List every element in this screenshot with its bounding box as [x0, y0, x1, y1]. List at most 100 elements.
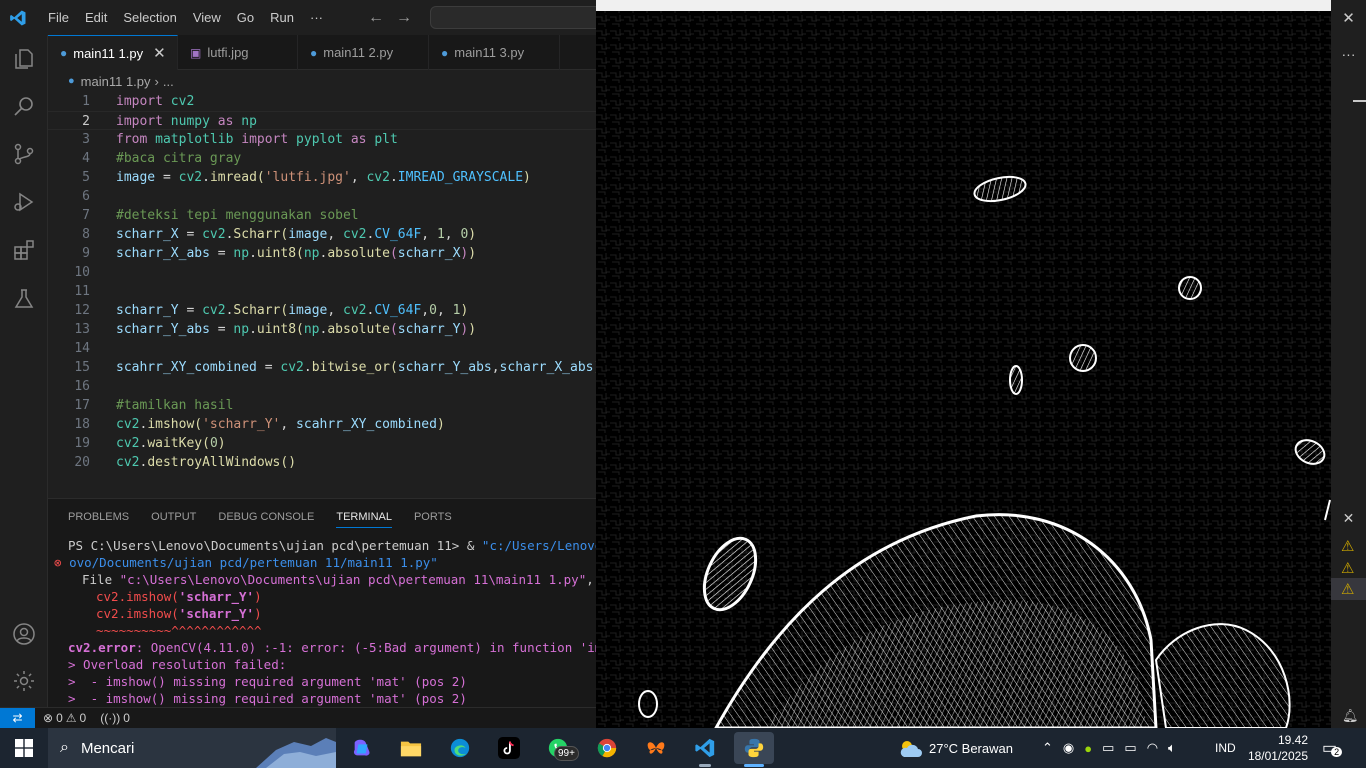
tab-output[interactable]: OUTPUT	[151, 511, 196, 528]
terminal-line: ⊗ ovo/Documents/ujian pcd/pertemuan 11/m…	[54, 554, 438, 571]
warning-icon[interactable]: ⚠	[1341, 559, 1354, 577]
speaker-icon[interactable]: 🔈︎	[1168, 740, 1176, 756]
tab-main11-2[interactable]: ● main11 2.py	[298, 35, 429, 70]
python-file-icon: ●	[60, 46, 68, 60]
tab-debug-console[interactable]: DEBUG CONSOLE	[218, 511, 314, 528]
menu-more[interactable]: ···	[302, 0, 331, 35]
camera-icon[interactable]: ▭	[1102, 740, 1114, 756]
opencv-image-window[interactable]	[596, 0, 1331, 728]
line-number: 14	[74, 341, 90, 356]
menu-file[interactable]: File	[40, 0, 77, 35]
code-text: scharr_X = cv2.Scharr(image, cv2.CV_64F,…	[116, 227, 477, 242]
tab-ports[interactable]: PORTS	[414, 511, 452, 528]
butterfly-app-icon[interactable]	[636, 732, 676, 764]
search-highlight-image	[256, 738, 336, 768]
code-line: 9 scharr_X_abs = np.uint8(np.absolute(sch…	[48, 244, 596, 263]
minimap-slider[interactable]	[1353, 100, 1366, 102]
code-line: 3 from matplotlib import pyplot as plt	[48, 130, 596, 149]
screen: File Edit Selection View Go Run ··· ← →	[0, 0, 1366, 768]
vscode-taskbar-icon[interactable]	[685, 732, 725, 767]
line-number: 13	[74, 322, 90, 337]
whatsapp-icon[interactable]: 99+	[538, 732, 579, 764]
status-app-icon[interactable]: ●	[1084, 741, 1092, 756]
terminal-text: File	[82, 572, 120, 587]
menu-edit[interactable]: Edit	[77, 0, 115, 35]
line-number: 15	[74, 360, 90, 375]
breadcrumb-file[interactable]: main11 1.py	[81, 74, 151, 89]
vscode-logo-icon	[0, 0, 35, 35]
bell-icon[interactable]: 🔔︎	[1342, 708, 1359, 724]
language-indicator[interactable]: IND	[1215, 728, 1236, 768]
explorer-icon[interactable]	[12, 47, 36, 71]
breadcrumb: ● main11 1.py › ...	[48, 70, 596, 92]
remote-icon[interactable]: ⇄	[0, 707, 35, 729]
warning-icon: ⚠	[1341, 581, 1355, 598]
wifi-icon[interactable]: ◠	[1147, 740, 1158, 756]
notification-center-icon[interactable]: ▭ 2	[1322, 728, 1348, 768]
tab-terminal[interactable]: TERMINAL	[336, 511, 392, 528]
menu-go[interactable]: Go	[229, 0, 262, 35]
menu-view[interactable]: View	[185, 0, 229, 35]
taskbar-search[interactable]: ⌕ Mencari	[48, 728, 336, 768]
copilot-icon[interactable]	[342, 732, 382, 764]
search-icon[interactable]	[12, 94, 36, 118]
system-tray: ⌃ ◉ ● ▭ ▭ ◠ 🔈︎	[1042, 728, 1176, 768]
file-explorer-icon[interactable]	[391, 732, 431, 764]
warning-row-selected[interactable]: ⚠	[1331, 578, 1366, 600]
panel-close-icon[interactable]: ✕	[1331, 506, 1366, 530]
code-text: from matplotlib import pyplot as plt	[116, 132, 398, 147]
python-taskbar-icon[interactable]	[734, 732, 774, 767]
terminal-arg: 'scharr_Y'	[178, 589, 255, 604]
weather-widget[interactable]: 27°C Berawan	[898, 728, 1013, 768]
problems-status[interactable]: ⊗ 0 ⚠ 0	[43, 711, 86, 725]
testing-flask-icon[interactable]	[12, 287, 36, 311]
terminal-error-type: cv2.error	[68, 640, 136, 655]
notification-count: 2	[1331, 747, 1343, 757]
clock[interactable]: 19.42 18/01/2025	[1248, 728, 1308, 768]
settings-gear-icon[interactable]	[12, 669, 36, 693]
windows-start-icon[interactable]	[0, 728, 48, 768]
tab-problems[interactable]: PROBLEMS	[68, 511, 129, 528]
code-text: import cv2	[116, 94, 195, 109]
code-text: cv2.destroyAllWindows()	[116, 455, 297, 470]
menu-selection[interactable]: Selection	[115, 0, 184, 35]
run-debug-icon[interactable]	[12, 190, 36, 214]
line-number: 20	[74, 455, 90, 470]
breadcrumb-rest[interactable]: ...	[163, 74, 174, 89]
tab-label: main11 2.py	[323, 45, 394, 60]
line-number: 4	[82, 151, 90, 166]
search-placeholder: Mencari	[80, 739, 135, 757]
tiktok-icon[interactable]	[489, 732, 529, 764]
record-icon[interactable]: ◉	[1063, 740, 1074, 756]
line-number: 1	[82, 94, 90, 109]
editor-more-actions[interactable]: ···	[1331, 40, 1366, 68]
extensions-icon[interactable]	[12, 238, 36, 262]
code-line: 17 #tamilkan hasil	[48, 396, 596, 415]
terminal-path: "c:\Users\Lenovo\Documents\ujian pcd\per…	[119, 572, 587, 587]
tab-main11-1[interactable]: ● main11 1.py ✕	[48, 35, 178, 70]
editor-tabs: ● main11 1.py ✕ ▣ lutfi.jpg ● main11 2.p…	[48, 35, 596, 70]
code-editor[interactable]: 1 import cv2 2 import numpy as np 3 from ma…	[48, 92, 596, 498]
chrome-icon[interactable]	[587, 732, 627, 764]
tab-lutfi-jpg[interactable]: ▣ lutfi.jpg	[178, 35, 298, 70]
back-arrow-icon[interactable]: ←	[368, 9, 384, 27]
window-close-icon[interactable]: ✕	[1331, 0, 1366, 35]
forward-arrow-icon[interactable]: →	[396, 9, 412, 27]
battery-icon[interactable]: ▭	[1124, 740, 1136, 756]
terminal-text: )	[254, 606, 262, 621]
line-number: 3	[82, 132, 90, 147]
chevron-up-icon[interactable]: ⌃	[1042, 740, 1053, 756]
code-line: 4 #baca citra gray	[48, 149, 596, 168]
warning-icon[interactable]: ⚠	[1341, 537, 1354, 555]
source-control-icon[interactable]	[12, 142, 36, 166]
account-icon[interactable]	[12, 622, 36, 646]
scharr-edge-image	[596, 11, 1331, 728]
command-center-search[interactable]	[430, 6, 610, 29]
menu-run[interactable]: Run	[262, 0, 302, 35]
tab-main11-3[interactable]: ● main11 3.py	[429, 35, 560, 70]
ports-status[interactable]: ((·)) 0	[100, 711, 130, 725]
tab-label: main11 1.py	[73, 45, 144, 61]
close-icon[interactable]: ✕	[153, 44, 166, 62]
clock-date: 18/01/2025	[1247, 749, 1308, 763]
edge-browser-icon[interactable]	[440, 732, 480, 764]
